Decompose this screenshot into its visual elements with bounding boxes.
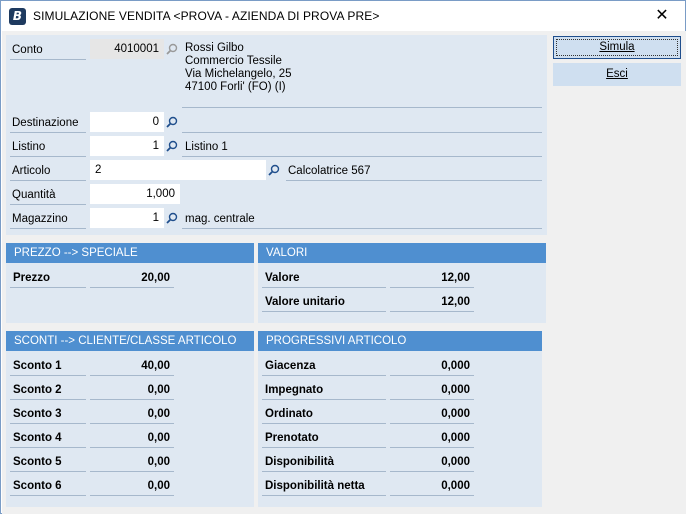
progressivo-label: Disponibilità xyxy=(265,456,334,468)
magazzino-lookup-magnifier-icon[interactable] xyxy=(164,208,180,228)
simula-label: Simula xyxy=(599,41,635,53)
destinazione-field[interactable]: 0 xyxy=(90,112,164,132)
sconto-value: 40,00 xyxy=(141,360,170,372)
label-underline xyxy=(262,399,386,400)
progressivo-label: Giacenza xyxy=(265,360,316,372)
label-underline xyxy=(10,375,86,376)
conto-address: Via Michelangelo, 25 xyxy=(185,68,292,80)
destinazione-lookup-magnifier-icon[interactable] xyxy=(164,112,180,132)
progressivo-label: Impegnato xyxy=(265,384,324,396)
value-underline xyxy=(90,399,174,400)
listino-desc: Listino 1 xyxy=(185,141,228,153)
label-underline xyxy=(262,423,386,424)
listino-label: Listino xyxy=(12,141,46,153)
value-underline xyxy=(90,423,174,424)
value-underline xyxy=(390,399,474,400)
value-underline xyxy=(390,471,474,472)
prezzo-header: PREZZO --> SPECIALE xyxy=(6,243,254,263)
progressivo-label: Prenotato xyxy=(265,432,319,444)
value-underline xyxy=(90,447,174,448)
progressivo-value: 0,000 xyxy=(441,456,470,468)
sconto-value: 0,00 xyxy=(147,408,170,420)
valore-label: Valore xyxy=(265,272,300,284)
esci-button[interactable]: Esci xyxy=(553,63,681,86)
label-underline xyxy=(262,447,386,448)
title-bar: B SIMULAZIONE VENDITA <PROVA - AZIENDA D… xyxy=(1,1,685,31)
valore-unitario-value: 12,00 xyxy=(441,296,470,308)
sconto-label: Sconto 5 xyxy=(13,456,62,468)
valore-value: 12,00 xyxy=(441,272,470,284)
value-underline xyxy=(390,495,474,496)
articolo-label: Articolo xyxy=(12,165,51,177)
window-title: SIMULAZIONE VENDITA <PROVA - AZIENDA DI … xyxy=(33,9,380,23)
progressivo-value: 0,000 xyxy=(441,384,470,396)
sconti-header: SCONTI --> CLIENTE/CLASSE ARTICOLO xyxy=(6,331,254,351)
sconto-value: 0,00 xyxy=(147,456,170,468)
quantita-field[interactable]: 1,000 xyxy=(90,184,180,204)
destinazione-label: Destinazione xyxy=(12,117,79,129)
label-underline xyxy=(10,495,86,496)
listino-lookup-magnifier-icon[interactable] xyxy=(164,136,180,156)
conto-lookup-magnifier-icon[interactable] xyxy=(164,39,180,59)
sconto-value: 0,00 xyxy=(147,432,170,444)
label-underline xyxy=(262,495,386,496)
magazzino-field[interactable]: 1 xyxy=(90,208,164,228)
conto-field[interactable]: 4010001 xyxy=(90,39,164,59)
prezzo-label: Prezzo xyxy=(13,272,51,284)
magazzino-desc: mag. centrale xyxy=(185,213,255,225)
articolo-lookup-magnifier-icon[interactable] xyxy=(266,160,282,180)
progressivo-value: 0,000 xyxy=(441,432,470,444)
conto-city: 47100 Forli' (FO) (I) xyxy=(185,81,286,93)
progressivo-label: Ordinato xyxy=(265,408,313,420)
esci-label: Esci xyxy=(606,68,628,80)
progressivo-value: 0,000 xyxy=(441,480,470,492)
prezzo-value: 20,00 xyxy=(141,272,170,284)
listino-field[interactable]: 1 xyxy=(90,136,164,156)
label-underline xyxy=(10,471,86,472)
sconto-value: 0,00 xyxy=(147,480,170,492)
label-underline xyxy=(262,375,386,376)
sconto-label: Sconto 6 xyxy=(13,480,62,492)
value-underline xyxy=(90,375,174,376)
quantita-label: Quantità xyxy=(12,189,56,201)
valore-unitario-label: Valore unitario xyxy=(265,296,345,308)
sconto-label: Sconto 2 xyxy=(13,384,62,396)
progressivo-value: 0,000 xyxy=(441,360,470,372)
value-underline xyxy=(390,447,474,448)
label-underline xyxy=(10,399,86,400)
conto-company: Commercio Tessile xyxy=(185,55,282,67)
conto-label: Conto xyxy=(12,44,43,56)
close-button[interactable]: ✕ xyxy=(639,1,685,31)
label-underline xyxy=(10,423,86,424)
input-panel: Conto 4010001 Rossi Gilbo Commercio Tess… xyxy=(6,35,547,235)
progressivo-value: 0,000 xyxy=(441,408,470,420)
sconto-label: Sconto 3 xyxy=(13,408,62,420)
sconto-value: 0,00 xyxy=(147,384,170,396)
articolo-desc: Calcolatrice 567 xyxy=(288,165,371,177)
value-underline xyxy=(390,423,474,424)
dialog-window: B SIMULAZIONE VENDITA <PROVA - AZIENDA D… xyxy=(0,0,686,514)
label-underline xyxy=(262,471,386,472)
progressivi-header: PROGRESSIVI ARTICOLO xyxy=(258,331,542,351)
sconto-label: Sconto 1 xyxy=(13,360,62,372)
label-underline xyxy=(10,447,86,448)
valori-header: VALORI xyxy=(258,243,546,263)
sconto-label: Sconto 4 xyxy=(13,432,62,444)
magazzino-label: Magazzino xyxy=(12,213,68,225)
value-underline xyxy=(390,375,474,376)
app-logo-icon: B xyxy=(9,8,26,25)
value-underline xyxy=(90,495,174,496)
simula-button[interactable]: Simula xyxy=(553,36,681,59)
value-underline xyxy=(90,471,174,472)
dialog-body: Conto 4010001 Rossi Gilbo Commercio Tess… xyxy=(2,31,686,514)
articolo-field[interactable]: 2 xyxy=(90,160,266,180)
conto-name: Rossi Gilbo xyxy=(185,42,244,54)
progressivo-label: Disponibilità netta xyxy=(265,480,365,492)
